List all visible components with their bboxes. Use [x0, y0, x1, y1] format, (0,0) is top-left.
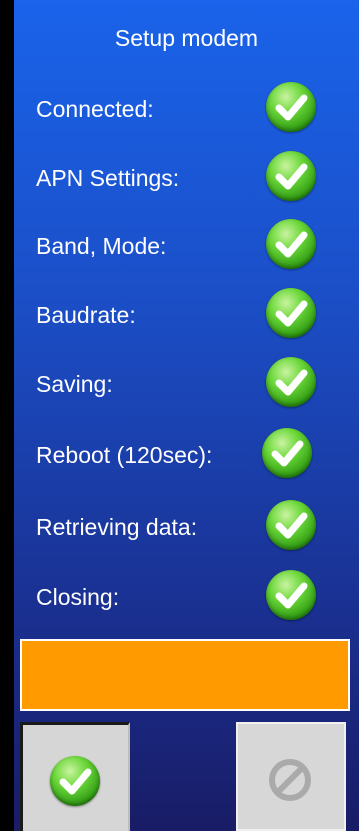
- cancel-button[interactable]: [236, 722, 346, 831]
- check-icon: [266, 151, 316, 201]
- step-label: Retrieving data:: [36, 514, 198, 540]
- step-label: Saving:: [36, 371, 113, 397]
- step-label: Reboot (120sec):: [36, 442, 213, 468]
- step-label: Band, Mode:: [36, 233, 167, 259]
- confirm-button[interactable]: [20, 722, 130, 831]
- step-band-mode: Band, Mode:: [14, 219, 359, 269]
- step-retrieving-data: Retrieving data:: [14, 500, 359, 550]
- check-circle-icon: [50, 756, 100, 806]
- step-connected: Connected:: [14, 82, 359, 132]
- step-label: Closing:: [36, 584, 120, 610]
- check-icon: [266, 219, 316, 269]
- step-apn-settings: APN Settings:: [14, 151, 359, 201]
- status-bar: [20, 639, 350, 711]
- step-reboot: Reboot (120sec):: [14, 428, 359, 478]
- step-baudrate: Baudrate:: [14, 288, 359, 338]
- check-icon: [266, 357, 316, 407]
- prohibited-icon: [265, 755, 315, 805]
- step-saving: Saving:: [14, 357, 359, 407]
- check-icon: [266, 570, 316, 620]
- step-label: Baudrate:: [36, 302, 136, 328]
- check-icon: [262, 428, 312, 478]
- step-closing: Closing:: [14, 570, 359, 620]
- check-icon: [266, 288, 316, 338]
- step-label: APN Settings:: [36, 165, 180, 191]
- step-label: Connected:: [36, 96, 154, 122]
- dialog-title: Setup modem: [114, 25, 259, 51]
- check-icon: [266, 500, 316, 550]
- check-icon: [266, 82, 316, 132]
